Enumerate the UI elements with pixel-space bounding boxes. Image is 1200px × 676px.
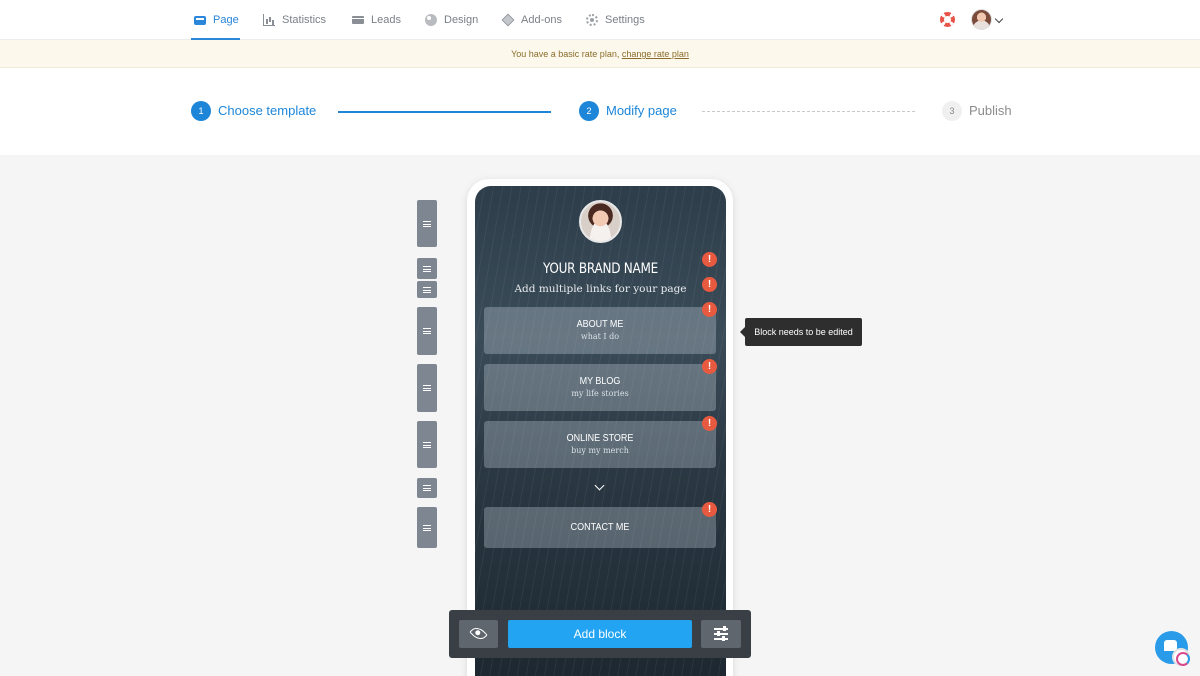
alert-icon[interactable]: ! (702, 502, 717, 517)
page-settings-button[interactable] (701, 620, 741, 648)
top-navigation: Page Statistics Leads Design Add-ons Set… (0, 0, 1200, 40)
page-icon (194, 15, 206, 25)
editor-toolbar: Add block (449, 610, 751, 658)
step-2-number: 2 (579, 101, 599, 121)
settings-icon (586, 14, 598, 26)
link-block-about-me[interactable]: ABOUT ME what I do (484, 307, 716, 354)
link-title: MY BLOG (579, 376, 621, 387)
nav-item-settings[interactable]: Settings (586, 0, 645, 40)
progress-stepper: 1 Choose template 2 Modify page 3 Publis… (0, 68, 1200, 155)
design-icon (425, 14, 437, 26)
statistics-icon (263, 14, 275, 26)
drag-handle-icon (423, 265, 431, 272)
chevron-down-icon[interactable] (994, 14, 1004, 24)
drag-handle-icon (423, 220, 431, 227)
nav-item-label: Page (213, 14, 239, 26)
avatar[interactable] (971, 9, 992, 30)
change-rate-plan-link[interactable]: change rate plan (622, 49, 689, 59)
nav-item-label: Add-ons (521, 14, 562, 26)
phone-screen-preview: YOUR BRAND NAME Add multiple links for y… (475, 186, 726, 676)
link-title: ONLINE STORE (566, 433, 634, 444)
link-title: CONTACT ME (570, 522, 630, 533)
step-1-label[interactable]: Choose template (218, 103, 316, 119)
tooltip: Block needs to be edited (740, 318, 862, 346)
nav-item-addons[interactable]: Add-ons (501, 0, 562, 40)
addons-icon (501, 13, 515, 27)
nav-item-page[interactable]: Page (194, 0, 239, 40)
nav-item-label: Design (444, 14, 479, 26)
rate-plan-banner: You have a basic rate plan, change rate … (0, 40, 1200, 68)
drag-handle-icon (423, 441, 431, 448)
link-title: ABOUT ME (576, 319, 624, 330)
step-1-number: 1 (191, 101, 211, 121)
link-subtitle: buy my merch (571, 446, 629, 455)
drag-handle-icon (423, 328, 431, 334)
link-subtitle: my life stories (571, 389, 629, 398)
nav-item-design[interactable]: Design (425, 0, 478, 40)
add-block-button[interactable]: Add block (508, 620, 692, 648)
alert-icon[interactable]: ! (702, 359, 717, 374)
page-subtitle[interactable]: Add multiple links for your page (475, 283, 726, 295)
link-block-my-blog[interactable]: MY BLOG my life stories (484, 364, 716, 411)
block-drag-handle[interactable] (417, 307, 437, 355)
banner-text: You have a basic rate plan, (511, 49, 620, 59)
drag-handle-icon (423, 385, 431, 391)
chat-status-icon (1172, 648, 1190, 666)
step-2-label[interactable]: Modify page (606, 103, 677, 119)
alert-icon[interactable]: ! (702, 302, 717, 317)
profile-avatar[interactable] (579, 200, 622, 243)
nav-item-label: Leads (371, 14, 401, 26)
link-block-contact-me[interactable]: CONTACT ME (484, 507, 716, 548)
nav-item-label: Settings (605, 14, 645, 26)
leads-icon (352, 16, 364, 24)
block-drag-handle[interactable] (417, 364, 437, 412)
block-drag-handle[interactable] (417, 258, 437, 279)
step-connector-done (338, 111, 551, 113)
alert-icon[interactable]: ! (702, 277, 717, 292)
drag-handle-icon (423, 286, 431, 293)
alert-icon[interactable]: ! (702, 416, 717, 431)
eye-icon (469, 624, 488, 643)
link-block-online-store[interactable]: ONLINE STORE buy my merch (484, 421, 716, 468)
block-drag-handle[interactable] (417, 421, 437, 468)
drag-handle-icon (423, 524, 431, 531)
brand-name[interactable]: YOUR BRAND NAME (493, 261, 709, 277)
step-connector-todo (702, 111, 915, 112)
block-drag-handle[interactable] (417, 507, 437, 548)
lifebuoy-icon[interactable] (940, 12, 955, 27)
nav-item-leads[interactable]: Leads (352, 0, 401, 40)
alert-icon[interactable]: ! (702, 252, 717, 267)
preview-button[interactable] (459, 620, 498, 648)
step-3-number: 3 (942, 101, 962, 121)
nav-item-statistics[interactable]: Statistics (263, 0, 326, 40)
step-3-label[interactable]: Publish (969, 103, 1012, 119)
link-subtitle: what I do (580, 332, 620, 341)
drag-handle-icon (423, 485, 431, 491)
block-drag-handle[interactable] (417, 281, 437, 298)
nav-item-label: Statistics (282, 14, 327, 26)
block-drag-handle[interactable] (417, 478, 437, 498)
block-drag-handle[interactable] (417, 200, 437, 247)
